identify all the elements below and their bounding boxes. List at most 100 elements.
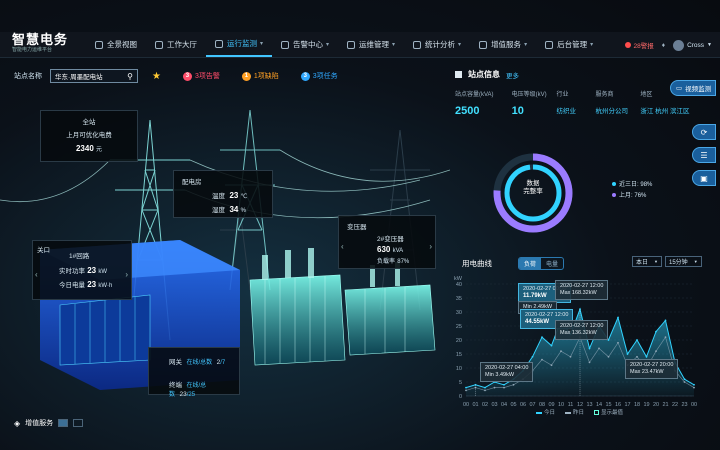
transformer-capacity-unit: kVA bbox=[392, 248, 404, 254]
nav-item-label: 后台管理 bbox=[557, 40, 588, 49]
y-axis-label: kW bbox=[454, 276, 463, 282]
room-temp-label: 温度 bbox=[212, 193, 225, 200]
terminal-total: /25 bbox=[186, 392, 196, 398]
side-tool-button[interactable]: ⟳ bbox=[692, 124, 716, 140]
task-count-pill[interactable]: 3 3项任务 bbox=[300, 71, 338, 81]
list-icon: ☰ bbox=[700, 150, 708, 160]
nav-item-4[interactable]: 运维管理 ▾ bbox=[338, 32, 404, 57]
seg-energy-button[interactable]: 电量 bbox=[541, 258, 563, 269]
search-icon[interactable]: ⚲ bbox=[127, 72, 133, 81]
legend-peak[interactable]: 显示最值 bbox=[594, 408, 623, 416]
total-station-panel[interactable]: 全站 上月可优化电费 2340 元 bbox=[40, 110, 138, 162]
station-info-value: 10 bbox=[511, 105, 524, 117]
value-added-service-label: 增值服务 bbox=[25, 420, 54, 427]
terminal-label: 终端 bbox=[169, 382, 182, 389]
total-value: 2340 bbox=[75, 144, 94, 153]
defect-count-pill[interactable]: 1 1项缺陷 bbox=[241, 71, 279, 81]
data-point bbox=[569, 355, 572, 358]
side-tool-button[interactable]: ☰ bbox=[692, 147, 716, 163]
transformer-panel[interactable]: 变压器 2#变压器 630 kVA 负载率 87% ‹ › bbox=[338, 215, 436, 269]
room-hum-value: 34 bbox=[229, 205, 239, 214]
nav-item-5[interactable]: 统计分析 ▾ bbox=[404, 32, 470, 57]
task-count-icon: 3 bbox=[300, 71, 310, 81]
video-monitor-button[interactable]: ▭ 视频监测 bbox=[670, 80, 716, 96]
y-tick-label: 35 bbox=[456, 296, 462, 302]
station-info-more-link[interactable]: 更多 bbox=[506, 70, 519, 80]
main-nav: 全景视图 工作大厅 运行监测 ▾ 告警中心 ▾ 运维管理 ▾ 统计分析 ▾ 增值服务 ▾ 后台管理 ▾ bbox=[86, 32, 602, 57]
legend-yesterday[interactable]: 昨日 bbox=[565, 408, 584, 416]
donut-center-label: 数据 完整率 bbox=[520, 180, 546, 196]
alarm-count-pill[interactable]: 3 3项告警 bbox=[182, 71, 220, 81]
nav-item-7[interactable]: 后台管理 ▾ bbox=[536, 32, 602, 57]
donut-legend-month: 上月: 76% bbox=[612, 191, 652, 202]
side-tool-button[interactable]: ▣ bbox=[692, 170, 716, 186]
view-toggle-right[interactable] bbox=[73, 419, 84, 427]
recent-label: 近三日 bbox=[619, 182, 638, 188]
x-tick-label: 00 bbox=[691, 402, 697, 408]
data-point bbox=[550, 344, 553, 347]
terminal-online: 23 bbox=[179, 391, 187, 398]
data-point bbox=[465, 389, 467, 392]
grid-icon bbox=[479, 40, 488, 49]
donut-legend-recent: 近三日: 98% bbox=[612, 180, 652, 191]
data-point bbox=[636, 339, 638, 341]
x-tick-label: 18 bbox=[634, 402, 640, 408]
notification-bell-icon[interactable]: ♦ bbox=[662, 42, 665, 49]
nav-item-0[interactable]: 全景视图 bbox=[86, 32, 146, 57]
distribution-room-panel[interactable]: 配电房 温度 23 ℃ 湿度 34 % bbox=[173, 170, 273, 218]
tooltip-time: 2020-02-27 04:00 bbox=[485, 365, 529, 371]
loop-power-value: 23 bbox=[87, 266, 97, 275]
chevron-down-icon: ▾ bbox=[326, 42, 330, 48]
loop-panel[interactable]: 关口 1#回路 实时功率 23 kW 今日电量 23 kW·h ‹ › bbox=[32, 240, 132, 300]
station-search-input[interactable]: 华东·周墨配电站 ⚲ bbox=[50, 69, 138, 83]
data-point bbox=[503, 383, 505, 386]
tooltip-time: 2020-02-27 12:00 bbox=[560, 283, 604, 289]
data-point bbox=[531, 355, 534, 358]
pulse-icon bbox=[215, 39, 223, 48]
donut-label-line1: 数据 bbox=[526, 180, 540, 187]
data-point bbox=[560, 350, 562, 353]
data-point bbox=[683, 378, 686, 381]
x-tick-label: 07 bbox=[529, 402, 535, 408]
app-logo[interactable]: 智慧电务 智能电力运维平台 bbox=[0, 33, 86, 56]
tooltip-value: 11.79kW bbox=[523, 293, 547, 299]
bell-icon bbox=[281, 40, 290, 49]
chevron-left-icon[interactable]: ‹ bbox=[35, 270, 38, 279]
alarm-indicator[interactable]: 28警报 bbox=[624, 40, 654, 50]
nav-item-2[interactable]: 运行监测 ▾ bbox=[206, 32, 273, 57]
user-menu[interactable]: Cross ▼ bbox=[673, 39, 712, 51]
seg-load-button[interactable]: 负荷 bbox=[519, 258, 542, 269]
station-info-value: 杭州分公司 bbox=[595, 108, 628, 115]
view-toggle-left[interactable] bbox=[58, 419, 69, 427]
data-point bbox=[645, 355, 648, 358]
data-point bbox=[626, 353, 629, 355]
x-tick-label: 06 bbox=[520, 402, 526, 408]
station-info-label: 站点容量(kVA) bbox=[455, 92, 494, 98]
chevron-left-icon[interactable]: ‹ bbox=[341, 242, 344, 251]
chevron-right-icon[interactable]: › bbox=[429, 242, 432, 251]
substation-scene: 全站 上月可优化电费 2340 元 配电房 温度 23 ℃ 湿度 34 % 变压… bbox=[0, 90, 451, 420]
legend-today[interactable]: 今日 bbox=[536, 408, 555, 416]
interval-select[interactable]: 15分钟 ▼ bbox=[665, 256, 702, 267]
date-select[interactable]: 本日 ▼ bbox=[632, 256, 662, 267]
chevron-down-icon: ▾ bbox=[590, 42, 594, 48]
device-status-panel[interactable]: 网关 在线/总数 2/7 终端 在线/总数 23/25 bbox=[148, 347, 240, 398]
date-select-value: 本日 bbox=[636, 260, 649, 266]
station-info-labels: 站点容量(kVA) 电压等级(kV) 行业 服务商 地区 bbox=[455, 89, 695, 98]
station-info-label: 行业 bbox=[556, 92, 569, 98]
transformer-load-value: 87% bbox=[397, 259, 410, 265]
transformer-load-label: 负载率 bbox=[377, 259, 396, 265]
nav-item-3[interactable]: 告警中心 ▾ bbox=[272, 32, 338, 57]
nav-item-6[interactable]: 增值服务 ▾ bbox=[470, 32, 536, 57]
data-point bbox=[588, 347, 591, 350]
tooltip-time: 2020-02-27 20:00 bbox=[630, 362, 674, 368]
video-monitor-label: 视频监测 bbox=[685, 86, 712, 93]
data-point bbox=[664, 319, 667, 322]
favorite-star-icon[interactable]: ★ bbox=[152, 71, 161, 82]
chevron-right-icon[interactable]: › bbox=[125, 270, 128, 279]
y-tick-label: 40 bbox=[456, 282, 462, 288]
data-point bbox=[683, 381, 686, 383]
y-tick-label: 25 bbox=[456, 324, 462, 330]
nav-item-1[interactable]: 工作大厅 bbox=[146, 32, 206, 57]
tooltip-value: 44.55kW bbox=[525, 319, 550, 325]
